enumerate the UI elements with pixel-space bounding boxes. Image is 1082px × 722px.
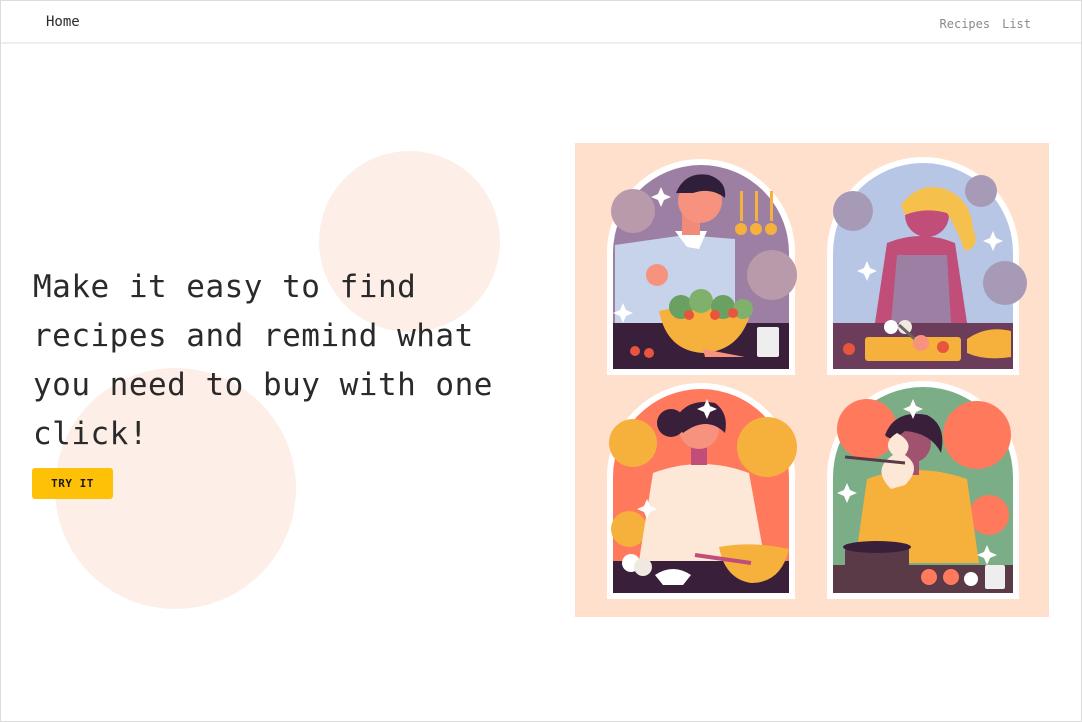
nav-link-list[interactable]: List (1002, 17, 1031, 31)
cooking-illustration (575, 143, 1049, 617)
top-navbar: Home Recipes List (1, 1, 1081, 44)
nav-links: Recipes List (940, 17, 1031, 31)
home-link[interactable]: Home (46, 14, 80, 30)
panel-woman-soup (827, 381, 1019, 599)
panel-woman-bowl (607, 383, 797, 599)
nav-link-recipes[interactable]: Recipes (940, 17, 991, 31)
panel-man-salad (607, 159, 797, 375)
hero-headline: Make it easy to find recipes and remind … (33, 269, 493, 452)
try-it-button[interactable]: TRY IT (32, 468, 113, 499)
